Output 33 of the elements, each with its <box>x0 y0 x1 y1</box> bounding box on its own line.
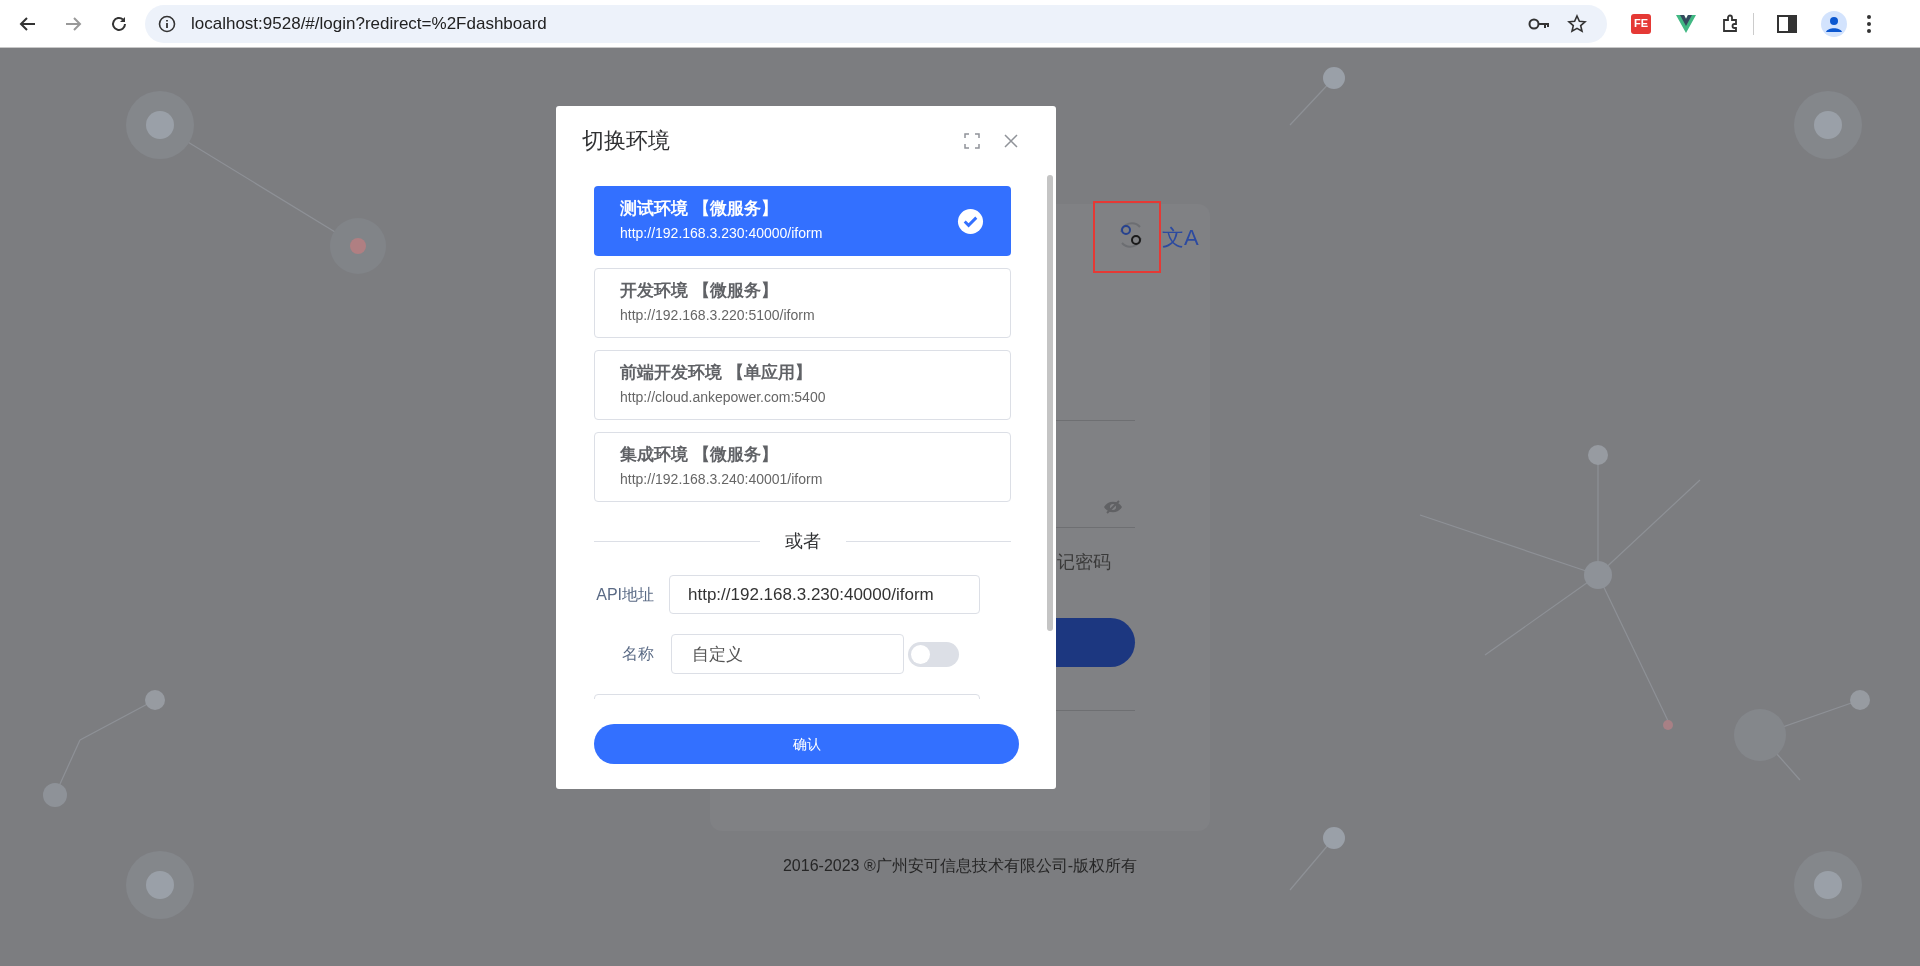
environment-card[interactable]: 开发环境 【微服务】 http://192.168.3.220:5100/iform <box>594 268 1011 338</box>
environment-url: http://192.168.3.220:5100/iform <box>620 306 816 325</box>
environment-url: http://cloud.ankepower.com:5400 <box>620 388 827 407</box>
info-icon[interactable] <box>158 14 176 33</box>
name-field[interactable]: 自定义 <box>671 634 904 674</box>
sidebar-icon[interactable] <box>1777 14 1797 33</box>
address-bar[interactable]: localhost:9528/#/login?redirect=%2Fdashboard <box>145 4 1607 43</box>
environment-name: 测试环境 【微服务】 <box>620 198 779 220</box>
field-label: API地址 <box>595 584 654 605</box>
environment-url: http://192.168.3.230:40000/iform <box>620 224 824 243</box>
divider-label: 或者 <box>783 530 822 553</box>
environment-name: 集成环境 【微服务】 <box>620 444 779 466</box>
copyright-text: 2016-2023 ®广州安可信息技术有限公司-版权所有 <box>781 856 1139 876</box>
star-icon[interactable] <box>1567 13 1587 34</box>
extension-icon[interactable] <box>1676 14 1696 33</box>
close-icon[interactable] <box>1004 133 1018 148</box>
environment-card[interactable]: 测试环境 【微服务】 http://192.168.3.230:40000/iform <box>594 186 1011 256</box>
menu-icon[interactable] <box>1866 13 1872 34</box>
url-text: localhost:9528/#/login?redirect=%2Fdashboard <box>191 12 547 35</box>
field-label: 名称 <box>621 644 654 664</box>
environment-card[interactable]: 集成环境 【微服务】 http://192.168.3.240:40001/iform <box>594 432 1011 502</box>
environment-card[interactable]: 前端开发环境 【单应用】 http://cloud.ankepower.com:5400 <box>594 350 1011 420</box>
confirm-button[interactable]: 确认 <box>594 724 1019 764</box>
scrollbar[interactable] <box>1047 175 1053 631</box>
environment-name: 开发环境 【微服务】 <box>620 280 779 302</box>
check-circle-icon <box>957 208 984 235</box>
extension-badge[interactable]: FE <box>1631 13 1651 34</box>
environment-name: 前端开发环境 【单应用】 <box>620 362 813 384</box>
environment-url: http://192.168.3.240:40001/iform <box>620 470 824 489</box>
profile-avatar-icon[interactable] <box>1821 10 1847 37</box>
dialog-title: 切换环境 <box>582 127 670 155</box>
api-address-field[interactable]: http://192.168.3.230:40000/iform <box>669 575 980 614</box>
toggle-switch[interactable] <box>908 641 959 667</box>
